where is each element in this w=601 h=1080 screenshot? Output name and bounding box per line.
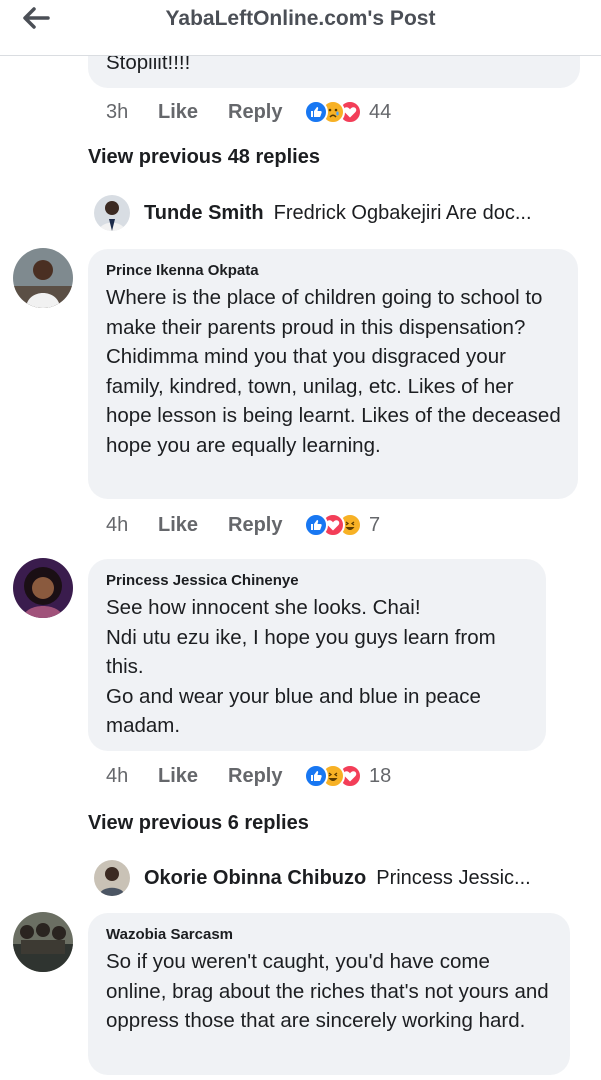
reply-author[interactable]: Tunde Smith (144, 202, 264, 225)
reply-button[interactable]: Reply (228, 765, 304, 788)
avatar (94, 195, 130, 231)
top-bar: YabaLeftOnline.com's Post (0, 0, 601, 56)
like-button[interactable]: Like (158, 101, 228, 124)
comment-author[interactable]: Princess Jessica Chinenye (106, 572, 534, 589)
like-reaction-icon (304, 513, 328, 537)
like-reaction-icon (304, 764, 328, 788)
reactions[interactable] (304, 513, 362, 537)
comment-author[interactable]: Prince Ikenna Okpata (106, 262, 562, 279)
comment-line: Ndi utu ezu ike, I hope you guys learn f… (106, 625, 496, 679)
reactions[interactable] (304, 100, 362, 124)
reply-preview[interactable]: Tunde Smith Fredrick Ogbakejiri Are doc.… (94, 193, 574, 233)
comment-actions: 4h Like Reply 18 (106, 761, 391, 791)
reply-button[interactable]: Reply (228, 514, 304, 537)
reaction-count: 7 (369, 513, 381, 536)
view-previous-replies-link[interactable]: View previous 48 replies (88, 146, 320, 169)
like-button[interactable]: Like (158, 765, 228, 788)
reaction-count: 18 (369, 764, 392, 787)
comment-time: 3h (106, 100, 129, 123)
avatar[interactable] (13, 912, 73, 972)
comment-text: See how innocent she looks. Chai! Ndi ut… (106, 593, 534, 741)
comment-time: 4h (106, 764, 129, 787)
comment-text: So if you weren't caught, you'd have com… (106, 950, 549, 1032)
reply-snippet: Princess Jessic... (376, 866, 531, 889)
comment-bubble: Wazobia Sarcasm So if you weren't caught… (88, 913, 570, 1075)
comment-bubble: Prince Ikenna Okpata Where is the place … (88, 249, 578, 499)
comment-author[interactable]: Wazobia Sarcasm (106, 926, 554, 943)
like-button[interactable]: Like (158, 514, 228, 537)
like-reaction-icon (304, 100, 328, 124)
comment-line: Go and wear your blue and blue in peace … (106, 684, 481, 738)
comment-line: See how innocent she looks. Chai! (106, 596, 421, 619)
page-title: YabaLeftOnline.com's Post (165, 7, 436, 30)
comment-actions: 3h Like Reply 44 (106, 97, 391, 127)
reactions[interactable] (304, 764, 362, 788)
reaction-count: 44 (369, 100, 392, 123)
reply-preview[interactable]: Okorie Obinna Chibuzo Princess Jessic... (94, 858, 564, 898)
reply-snippet: Fredrick Ogbakejiri Are doc... (273, 201, 532, 224)
comment-actions: 4h Like Reply 7 (106, 510, 380, 540)
view-previous-replies-link[interactable]: View previous 6 replies (88, 812, 309, 835)
reply-button[interactable]: Reply (228, 101, 304, 124)
comment-text: Where is the place of children going to … (106, 286, 561, 457)
avatar[interactable] (13, 248, 73, 308)
avatar (94, 860, 130, 896)
reply-author[interactable]: Okorie Obinna Chibuzo (144, 867, 366, 890)
avatar[interactable] (13, 558, 73, 618)
comment-time: 4h (106, 513, 129, 536)
comment-bubble: Princess Jessica Chinenye See how innoce… (88, 559, 546, 751)
